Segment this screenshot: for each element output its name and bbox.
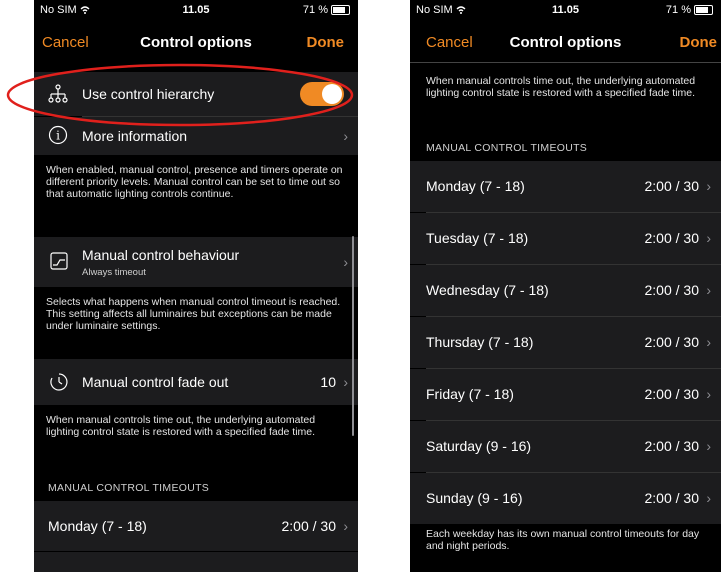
battery-status: 71 % (666, 4, 713, 16)
day-value: 2:00 / 30 (644, 178, 700, 194)
list-item-day[interactable]: Friday (7 - 18) 2:00 / 30 › (410, 369, 721, 420)
list-item-day[interactable]: Monday (7 - 18) 2:00 / 30 › (410, 161, 721, 212)
right-phone-screen: No SIM 11.05 71 % Cancel Control options… (410, 0, 721, 572)
chevron-right-icon: › (343, 128, 348, 144)
battery-icon (331, 5, 350, 15)
day-label: Monday (7 - 18) (426, 178, 525, 194)
chart-icon (50, 252, 68, 270)
scrollbar[interactable] (352, 236, 354, 436)
behaviour-value: Always timeout (82, 267, 146, 278)
timeouts-section-header: MANUAL CONTROL TIMEOUTS (426, 142, 588, 154)
svg-text:i: i (56, 129, 60, 143)
status-bar: No SIM 11.05 71 % (410, 0, 721, 20)
fade-out-value: 10 (320, 374, 336, 390)
timeouts-section-header: MANUAL CONTROL TIMEOUTS (48, 482, 210, 494)
more-info-label: More information (82, 128, 188, 144)
day-value: 2:00 / 30 (644, 282, 700, 298)
list-item-monday[interactable]: Monday (7 - 18) 2:00 / 30 › (34, 501, 358, 551)
chevron-right-icon: › (343, 374, 348, 390)
hierarchy-label: Use control hierarchy (82, 86, 215, 102)
chevron-right-icon: › (706, 438, 711, 454)
day-value: 2:00 / 30 (281, 518, 337, 534)
behaviour-description: Selects what happens when manual control… (46, 296, 341, 332)
timer-icon (50, 373, 68, 391)
day-label: Sunday (9 - 16) (426, 490, 523, 506)
manual-control-behaviour-row[interactable]: Manual control behaviour Always timeout … (34, 237, 358, 287)
list-item-day[interactable]: Saturday (9 - 16) 2:00 / 30 › (410, 421, 721, 472)
nav-bar: Cancel Control options Done (34, 24, 358, 62)
day-label: Saturday (9 - 16) (426, 438, 532, 454)
day-value: 2:00 / 30 (644, 490, 700, 506)
day-label: Monday (7 - 18) (48, 518, 147, 534)
chevron-right-icon: › (343, 254, 348, 270)
more-information-row[interactable]: i More information › (34, 117, 358, 155)
day-label: Friday (7 - 18) (426, 386, 514, 402)
chevron-right-icon: › (706, 178, 711, 194)
list-item-day[interactable]: Wednesday (7 - 18) 2:00 / 30 › (410, 265, 721, 316)
info-icon: i (48, 125, 68, 145)
day-value: 2:00 / 30 (644, 438, 700, 454)
chevron-right-icon: › (706, 386, 711, 402)
list-item-day[interactable]: Thursday (7 - 18) 2:00 / 30 › (410, 317, 721, 368)
behaviour-label: Manual control behaviour (82, 247, 240, 263)
left-phone-screen: No SIM 11.05 71 % Cancel Control options… (34, 0, 358, 572)
nav-bar: Cancel Control options Done (410, 24, 721, 62)
divider (410, 62, 721, 63)
list-item-tuesday-partial[interactable] (34, 552, 358, 572)
chevron-right-icon: › (706, 490, 711, 506)
day-label: Tuesday (7 - 18) (426, 230, 529, 246)
day-value: 2:00 / 30 (644, 386, 700, 402)
page-title: Control options (509, 34, 622, 51)
list-item-day[interactable]: Sunday (9 - 16) 2:00 / 30 › (410, 473, 721, 524)
fade-out-label: Manual control fade out (82, 374, 229, 390)
hierarchy-icon (48, 84, 68, 103)
use-control-hierarchy-row[interactable]: Use control hierarchy (34, 72, 358, 116)
done-button[interactable]: Done (680, 34, 718, 51)
day-label: Thursday (7 - 18) (426, 334, 534, 350)
hierarchy-toggle[interactable] (300, 82, 344, 106)
fade-out-description: When manual controls time out, the under… (426, 75, 696, 99)
fade-out-description: When manual controls time out, the under… (46, 414, 316, 438)
done-button[interactable]: Done (307, 34, 345, 51)
toggle-knob (322, 84, 342, 104)
timeouts-description: Each weekday has its own manual control … (426, 528, 700, 552)
list-item-day[interactable]: Tuesday (7 - 18) 2:00 / 30 › (410, 213, 721, 264)
chevron-right-icon: › (706, 230, 711, 246)
day-label: Wednesday (7 - 18) (426, 282, 549, 298)
day-value: 2:00 / 30 (644, 230, 700, 246)
day-value: 2:00 / 30 (644, 334, 700, 350)
chevron-right-icon: › (343, 518, 348, 534)
manual-control-fade-out-row[interactable]: Manual control fade out 10 › (34, 359, 358, 405)
battery-status: 71 % (303, 4, 350, 16)
chevron-right-icon: › (706, 282, 711, 298)
hierarchy-description: When enabled, manual control, presence a… (46, 164, 343, 200)
chevron-right-icon: › (706, 334, 711, 350)
battery-icon (694, 5, 713, 15)
status-bar: No SIM 11.05 71 % (34, 0, 358, 20)
